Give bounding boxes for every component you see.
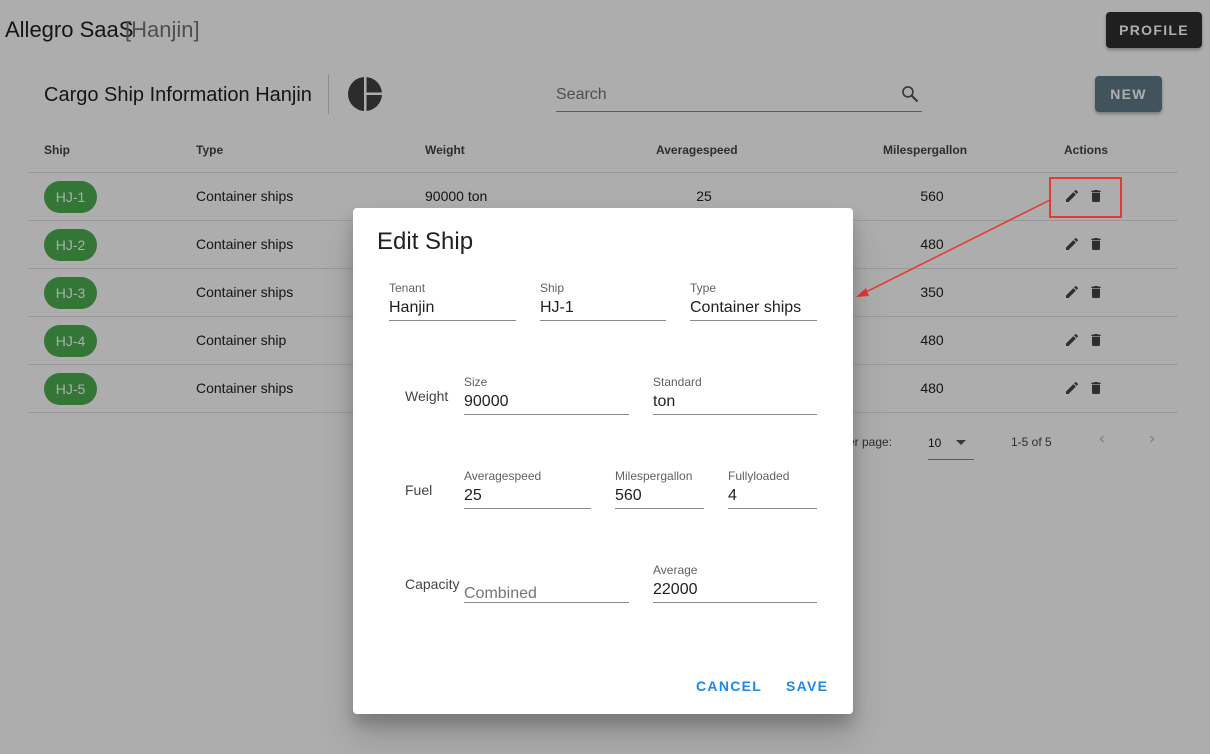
ship-label: Ship	[540, 281, 565, 295]
size-label: Size	[464, 375, 488, 389]
combined-placeholder: Combined	[464, 585, 537, 602]
milespergallon-value: 560	[615, 487, 642, 504]
average-value: 22000	[653, 581, 698, 598]
weight-group-label: Weight	[405, 388, 449, 404]
average-field[interactable]: Average 22000	[653, 563, 817, 603]
ship-field[interactable]: Ship HJ-1	[540, 281, 666, 321]
averagespeed-label: Averagespeed	[464, 469, 542, 483]
type-value: Container ships	[690, 299, 802, 316]
averagespeed-value: 25	[464, 487, 482, 504]
capacity-group-label: Capacity	[405, 576, 460, 592]
size-value: 90000	[464, 393, 509, 410]
type-label: Type	[690, 281, 717, 295]
ship-value: HJ-1	[540, 299, 574, 316]
standard-field[interactable]: Standard ton	[653, 375, 817, 415]
tenant-field[interactable]: Tenant Hanjin	[389, 281, 516, 321]
tenant-value: Hanjin	[389, 299, 435, 316]
milespergallon-label: Milespergallon	[615, 469, 693, 483]
fullyloaded-field[interactable]: Fullyloaded 4	[728, 469, 817, 509]
average-label: Average	[653, 563, 698, 577]
fuel-group-label: Fuel	[405, 482, 433, 498]
edit-ship-dialog: Edit Ship Tenant Hanjin Ship HJ-1 Type C…	[353, 208, 853, 714]
standard-value: ton	[653, 393, 676, 410]
cancel-button[interactable]: CANCEL	[696, 678, 762, 694]
size-field[interactable]: Size 90000	[464, 375, 629, 415]
averagespeed-field[interactable]: Averagespeed 25	[464, 469, 591, 509]
fullyloaded-label: Fullyloaded	[728, 469, 790, 483]
type-field[interactable]: Type Container ships	[690, 281, 817, 321]
tenant-label: Tenant	[389, 281, 426, 295]
fullyloaded-value: 4	[728, 487, 737, 504]
annotation-arrow	[856, 199, 1051, 297]
standard-label: Standard	[653, 375, 702, 389]
dialog-title: Edit Ship	[377, 228, 474, 255]
save-button[interactable]: SAVE	[786, 678, 828, 694]
combined-field[interactable]: Combined	[464, 563, 629, 603]
milespergallon-field[interactable]: Milespergallon 560	[615, 469, 704, 509]
